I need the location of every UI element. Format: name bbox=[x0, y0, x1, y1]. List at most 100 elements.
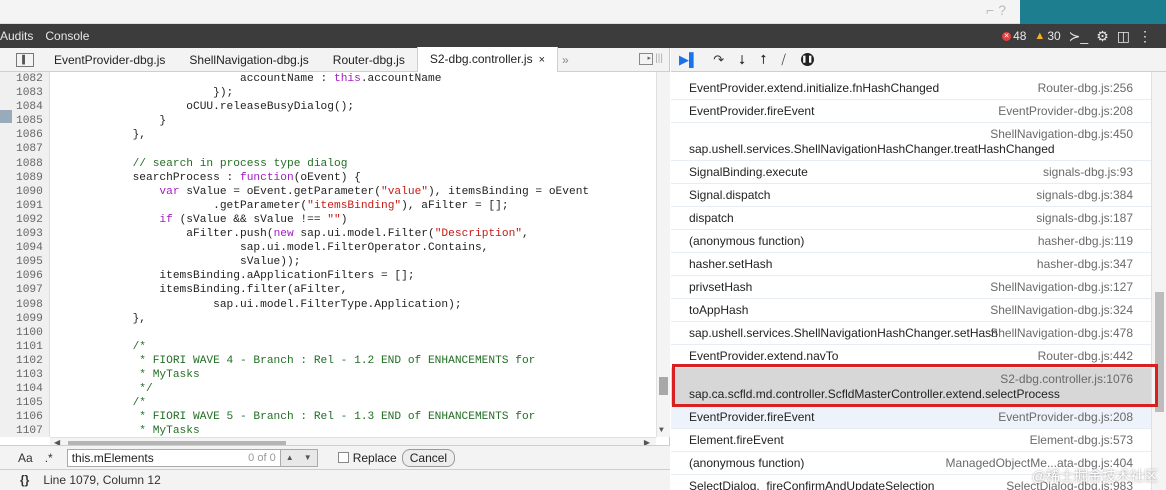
line-number[interactable]: 1103 bbox=[0, 368, 44, 382]
call-frame[interactable]: EventProvider.extend.initialize.fnHashCh… bbox=[671, 77, 1151, 100]
call-frame[interactable]: EventProvider.fireEvent EventProvider-dbg… bbox=[671, 100, 1151, 123]
editor-vertical-scrollbar[interactable]: ▼ bbox=[656, 72, 670, 437]
frame-location[interactable]: Router-dbg.js:442 bbox=[1038, 349, 1133, 363]
line-number[interactable]: 1083 bbox=[0, 86, 44, 100]
console-prompt-icon[interactable]: ≻_ bbox=[1069, 28, 1089, 45]
call-stack-scrollbar[interactable] bbox=[1151, 72, 1166, 490]
search-nav-buttons[interactable]: ▲ ▼ bbox=[279, 448, 318, 467]
step-out-icon[interactable]: ⭡ bbox=[760, 52, 766, 68]
line-number[interactable]: 1097 bbox=[0, 283, 44, 297]
frame-location[interactable]: ShellNavigation-dbg.js:127 bbox=[990, 280, 1133, 294]
code-line[interactable]: 1095 sValue)); bbox=[0, 255, 655, 269]
code-line[interactable]: 1086 }, bbox=[0, 128, 655, 142]
line-number[interactable]: 1101 bbox=[0, 340, 44, 354]
line-number[interactable]: 1084 bbox=[0, 100, 44, 114]
call-frame[interactable]: sap.ca.scfld.md.controller.ScfldMasterCo… bbox=[671, 368, 1151, 406]
frame-location[interactable]: ShellNavigation-dbg.js:450 bbox=[990, 127, 1133, 141]
code-line[interactable]: 1096 itemsBinding.aApplicationFilters = … bbox=[0, 269, 655, 283]
regex-toggle[interactable]: .* bbox=[45, 451, 53, 465]
line-number[interactable]: 1106 bbox=[0, 410, 44, 424]
code-line[interactable]: 1104 */ bbox=[0, 382, 655, 396]
file-tab-eventprovider[interactable]: EventProvider-dbg.js bbox=[42, 48, 177, 72]
line-number[interactable]: 1107 bbox=[0, 424, 44, 437]
pretty-print-button[interactable]: {} bbox=[20, 473, 29, 487]
code-line[interactable]: 1093 aFilter.push(new sap.ui.model.Filte… bbox=[0, 227, 655, 241]
line-number[interactable]: 1092 bbox=[0, 213, 44, 227]
line-number[interactable]: 1098 bbox=[0, 298, 44, 312]
call-frame[interactable]: sap.ushell.services.ShellNavigationHashC… bbox=[671, 123, 1151, 161]
line-number[interactable]: 1093 bbox=[0, 227, 44, 241]
code-line[interactable]: 1100 bbox=[0, 326, 655, 340]
code-line[interactable]: 1083 }); bbox=[0, 86, 655, 100]
code-line[interactable]: 1107 * MyTasks bbox=[0, 424, 655, 437]
code-line[interactable]: 1099 }, bbox=[0, 312, 655, 326]
replace-checkbox[interactable] bbox=[337, 452, 349, 463]
pause-on-exceptions-icon[interactable]: ❚❚ bbox=[800, 53, 814, 66]
more-tabs-icon[interactable]: » bbox=[562, 53, 569, 67]
frame-location[interactable]: ShellNavigation-dbg.js:478 bbox=[990, 326, 1133, 340]
match-case-toggle[interactable]: Aa bbox=[18, 451, 33, 465]
scroll-thumb[interactable] bbox=[1155, 292, 1164, 412]
file-tab-router[interactable]: Router-dbg.js bbox=[321, 48, 417, 72]
line-number[interactable]: 1087 bbox=[0, 142, 44, 156]
chevron-down-icon[interactable]: ▼ bbox=[304, 453, 312, 462]
code-line[interactable]: 1082 accountName : this.accountName bbox=[0, 72, 655, 86]
frame-location[interactable]: signals-dbg.js:187 bbox=[1036, 211, 1133, 225]
call-frame[interactable]: EventProvider.fireEvent EventProvider-dbg… bbox=[671, 406, 1151, 429]
code-line[interactable]: 1094 sap.ui.model.FilterOperator.Contain… bbox=[0, 241, 655, 255]
code-line[interactable]: 1084 oCUU.releaseBusyDialog(); bbox=[0, 100, 655, 114]
close-icon[interactable]: × bbox=[539, 54, 545, 66]
line-number[interactable]: 1104 bbox=[0, 382, 44, 396]
line-number[interactable]: 1100 bbox=[0, 326, 44, 340]
line-number[interactable]: 1089 bbox=[0, 171, 44, 185]
line-number[interactable]: 1105 bbox=[0, 396, 44, 410]
code-line[interactable]: 1087 bbox=[0, 142, 655, 156]
kebab-menu-icon[interactable]: ⋮ bbox=[1138, 28, 1152, 45]
code-line[interactable]: 1091 .getParameter("itemsBinding"), aFil… bbox=[0, 199, 655, 213]
frame-location[interactable]: EventProvider-dbg.js:208 bbox=[998, 104, 1133, 118]
line-number[interactable]: 1082 bbox=[0, 72, 44, 86]
code-line[interactable]: 1098 sap.ui.model.FilterType.Application… bbox=[0, 298, 655, 312]
frame-location[interactable]: ShellNavigation-dbg.js:324 bbox=[990, 303, 1133, 317]
code-line[interactable]: 1101 /* bbox=[0, 340, 655, 354]
navigator-toggle-icon[interactable]: ▌ bbox=[16, 52, 34, 67]
debugger-toggle-icon[interactable]: ▸ bbox=[639, 53, 653, 65]
call-frame[interactable]: Signal.dispatch signals-dbg.js:384 bbox=[671, 184, 1151, 207]
frame-location[interactable]: hasher-dbg.js:347 bbox=[1037, 257, 1133, 271]
code-editor[interactable]: 1082 accountName : this.accountName 1083 … bbox=[0, 72, 670, 437]
tab-console[interactable]: Console bbox=[39, 29, 95, 43]
code-line[interactable]: 1090 var sValue = oEvent.getParameter("v… bbox=[0, 185, 655, 199]
frame-location[interactable]: Element-dbg.js:573 bbox=[1030, 433, 1133, 447]
line-number[interactable]: 1095 bbox=[0, 255, 44, 269]
call-frame[interactable]: dispatch signals-dbg.js:187 bbox=[671, 207, 1151, 230]
call-frame[interactable]: sap.ushell.services.ShellNavigationHashC… bbox=[671, 322, 1151, 345]
frame-location[interactable]: EventProvider-dbg.js:208 bbox=[998, 410, 1133, 424]
scroll-thumb[interactable] bbox=[659, 377, 668, 395]
call-frame[interactable]: hasher.setHash hasher-dbg.js:347 bbox=[671, 253, 1151, 276]
code-line[interactable]: 1106 * FIORI WAVE 5 - Branch : Rel - 1.3… bbox=[0, 410, 655, 424]
dock-side-icon[interactable]: ◫ bbox=[1117, 28, 1130, 45]
resume-icon[interactable]: ▶▌ bbox=[679, 52, 698, 68]
frame-location[interactable]: signals-dbg.js:384 bbox=[1036, 188, 1133, 202]
search-input[interactable]: this.mElements 0 of 0 bbox=[66, 448, 281, 467]
step-over-icon[interactable]: ↷ bbox=[713, 52, 724, 68]
call-frame[interactable]: SignalBinding.execute signals-dbg.js:93 bbox=[671, 161, 1151, 184]
code-line[interactable]: 1089 searchProcess : function(oEvent) { bbox=[0, 171, 655, 185]
line-number[interactable]: 1088 bbox=[0, 157, 44, 171]
gear-icon[interactable]: ⚙ bbox=[1096, 28, 1109, 45]
code-line[interactable]: 1102 * FIORI WAVE 4 - Branch : Rel - 1.2… bbox=[0, 354, 655, 368]
code-line[interactable]: 1097 itemsBinding.filter(aFilter, bbox=[0, 283, 655, 297]
frame-location[interactable]: hasher-dbg.js:119 bbox=[1038, 234, 1133, 248]
code-line[interactable]: 1103 * MyTasks bbox=[0, 368, 655, 382]
code-line[interactable]: 1105 /* bbox=[0, 396, 655, 410]
code-line[interactable]: 1092 if (sValue && sValue !== "") bbox=[0, 213, 655, 227]
call-frame[interactable]: privsetHash ShellNavigation-dbg.js:127 bbox=[671, 276, 1151, 299]
file-tab-shellnavigation[interactable]: ShellNavigation-dbg.js bbox=[177, 48, 320, 72]
call-frame[interactable]: toAppHash ShellNavigation-dbg.js:324 bbox=[671, 299, 1151, 322]
call-frame[interactable]: Element.fireEvent Element-dbg.js:573 bbox=[671, 429, 1151, 452]
warning-counter[interactable]: ▲ 30 bbox=[1034, 29, 1060, 43]
deactivate-breakpoints-icon[interactable]: ⧸ bbox=[781, 52, 785, 68]
frame-location[interactable]: S2-dbg.controller.js:1076 bbox=[1000, 372, 1133, 386]
scroll-down-icon[interactable]: ▼ bbox=[659, 426, 664, 435]
chevron-up-icon[interactable]: ▲ bbox=[286, 453, 294, 462]
